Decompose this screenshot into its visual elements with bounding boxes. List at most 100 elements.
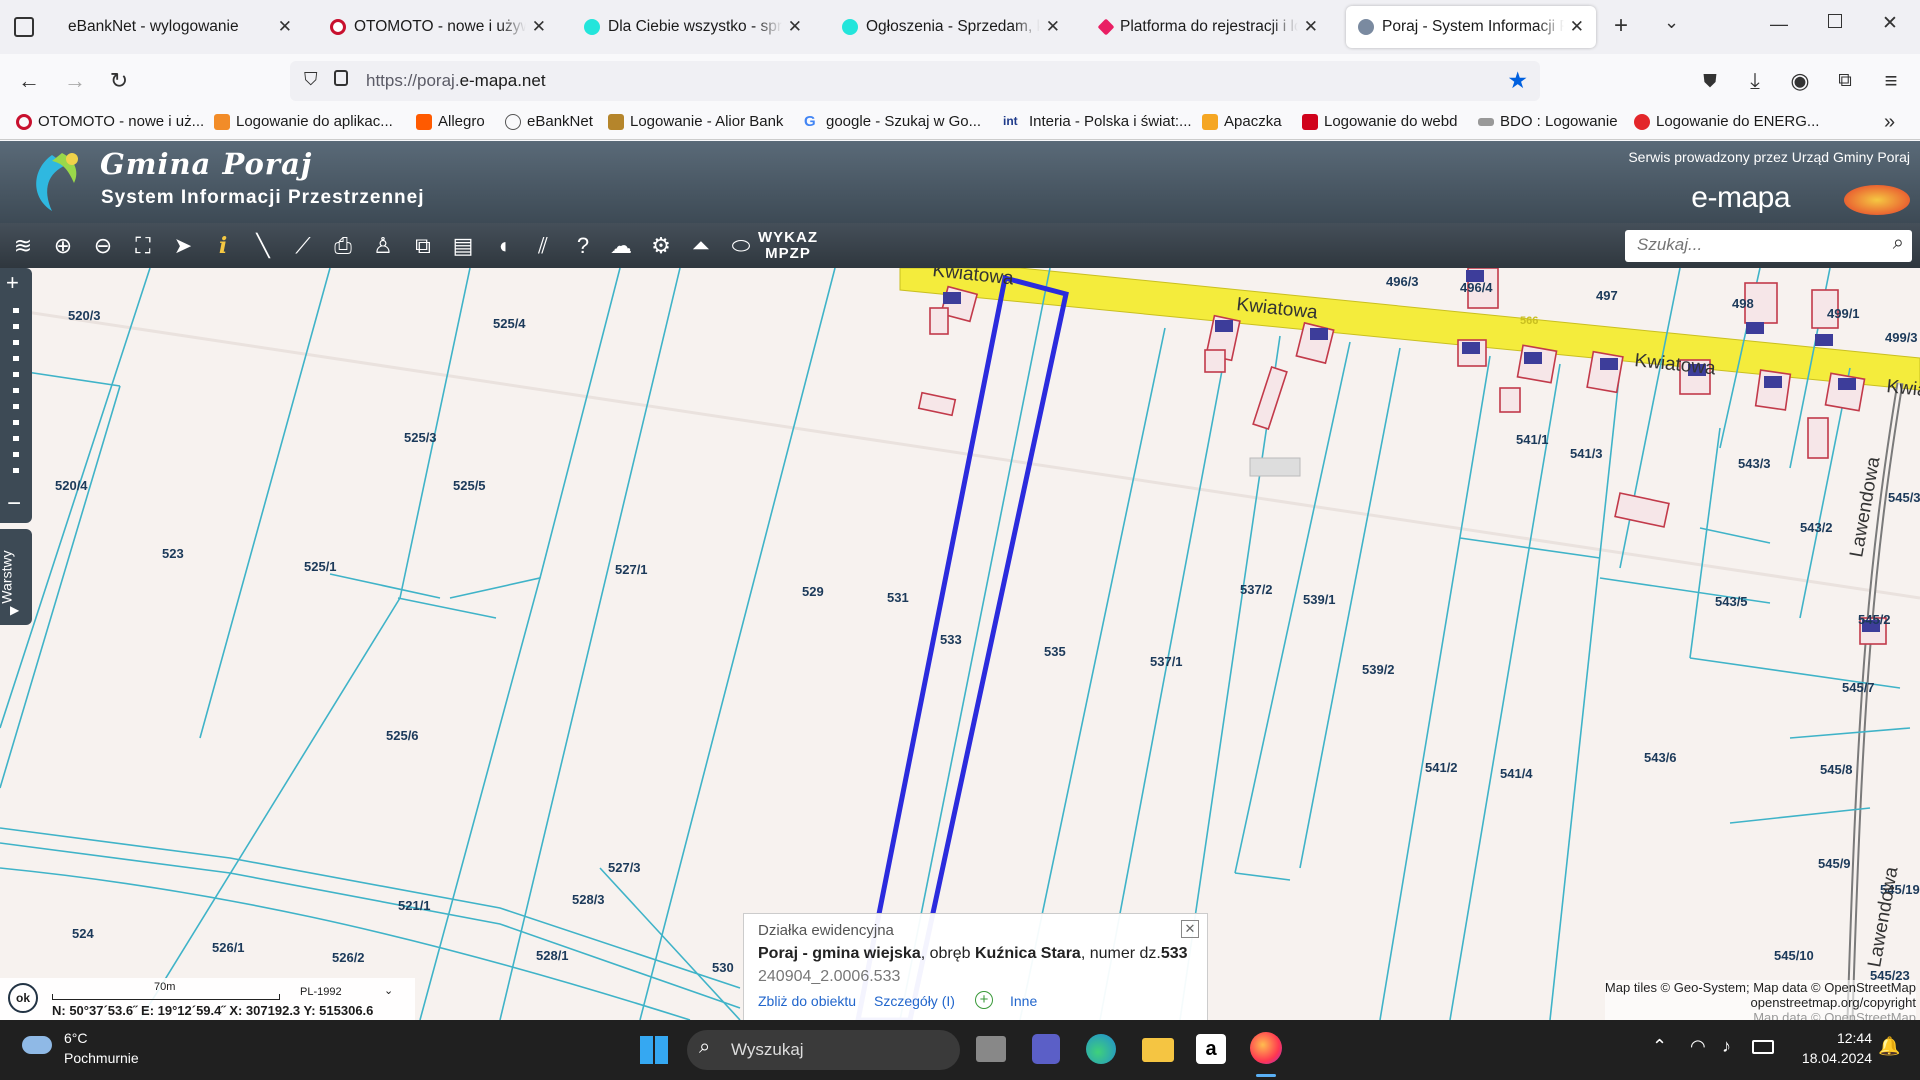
info-tool-icon[interactable]: i xyxy=(208,231,238,261)
lock-icon[interactable] xyxy=(334,70,348,86)
crs-chevron-down-icon[interactable]: ⌄ xyxy=(384,984,393,997)
downloads-icon[interactable]: ⤓ xyxy=(1740,66,1770,96)
tab-overflow-chevron-icon[interactable]: ⌄ xyxy=(1664,12,1679,33)
menu-hamburger-icon[interactable]: ≡ xyxy=(1876,66,1906,96)
forward-arrow-icon[interactable]: → xyxy=(60,66,90,96)
bookmark-otomoto[interactable]: OTOMOTO - nowe i uż... xyxy=(16,113,204,130)
zoom-in-button[interactable]: + xyxy=(6,270,19,296)
weather-temp[interactable]: 6°C xyxy=(64,1030,88,1046)
bookmark-apaczka[interactable]: Apaczka xyxy=(1202,113,1282,130)
bookmark-energa[interactable]: Logowanie do ENERG... xyxy=(1634,113,1819,130)
new-tab-icon[interactable]: + xyxy=(1614,12,1628,40)
help-tool-icon[interactable]: ? xyxy=(568,231,598,261)
bookmark-google[interactable]: Ggoogle - Szukaj w Go... xyxy=(804,113,981,130)
zoom-extent-tool-icon[interactable]: ⛶ xyxy=(128,231,158,261)
close-tab-icon[interactable]: ✕ xyxy=(1046,17,1060,37)
hatch-tool-icon[interactable]: ⫽ xyxy=(528,231,558,261)
bookmark-star-icon[interactable]: ★ xyxy=(1507,67,1528,94)
layers-panel-toggle[interactable]: Warstwy ▶ xyxy=(0,529,32,625)
close-tab-icon[interactable]: ✕ xyxy=(278,17,292,37)
account-icon[interactable]: ◉ xyxy=(1785,66,1815,96)
weather-desc[interactable]: Pochmurnie xyxy=(64,1050,139,1066)
show-hidden-icons-chevron-icon[interactable]: ⌃ xyxy=(1652,1036,1667,1057)
wifi-icon[interactable]: ◠ xyxy=(1690,1036,1706,1057)
measure-area-tool-icon[interactable]: ⟋ xyxy=(288,231,318,261)
restore-icon[interactable] xyxy=(1828,14,1842,28)
firefox-icon[interactable] xyxy=(1250,1032,1282,1064)
details-link[interactable]: Szczegóły (I) xyxy=(874,993,955,1009)
close-window-icon[interactable]: ✕ xyxy=(1882,12,1898,35)
download-cloud-tool-icon[interactable]: ☁ xyxy=(606,231,636,261)
map-viewport[interactable]: 520/3 525/4 520/4 525/3 525/5 523 525/1 … xyxy=(0,268,1920,1020)
wykaz-mpzp-button[interactable]: WYKAZ MPZP xyxy=(758,230,818,262)
compare-tool-icon[interactable]: ⧉ xyxy=(408,231,438,261)
map-canvas[interactable]: 520/3 525/4 520/4 525/3 525/5 523 525/1 … xyxy=(0,268,1920,1020)
amazon-icon[interactable]: a xyxy=(1196,1034,1226,1064)
comment-tool-icon[interactable]: ◖ xyxy=(488,231,518,261)
bookmark-alior[interactable]: Logowanie - Alior Bank xyxy=(608,113,783,130)
street-view-tool-icon[interactable]: ♙ xyxy=(368,231,398,261)
tab-ebanknet[interactable]: eBankNet - wylogowanie ✕ xyxy=(56,6,304,48)
split-view-tool-icon[interactable]: ▤ xyxy=(448,231,478,261)
add-plus-icon[interactable]: + xyxy=(975,991,993,1009)
teams-icon[interactable] xyxy=(1032,1034,1060,1064)
extensions-icon[interactable]: ⧉ xyxy=(1830,66,1860,96)
layers-tool-icon[interactable]: ≋ xyxy=(8,231,38,261)
url-bar[interactable]: ⛉ https://poraj.e-mapa.net ★ xyxy=(290,61,1540,101)
map-search-box[interactable]: ⌕ xyxy=(1625,230,1912,262)
zoom-out-button[interactable]: − xyxy=(7,490,21,518)
bookmark-allegro[interactable]: Allegro xyxy=(416,113,485,130)
reload-icon[interactable]: ↻ xyxy=(104,66,134,96)
print-tool-icon[interactable]: ⎙ xyxy=(328,231,358,261)
svg-text:527/3: 527/3 xyxy=(608,860,641,875)
volume-icon[interactable]: ♪ xyxy=(1722,1036,1731,1057)
tab-list-icon[interactable] xyxy=(14,17,34,37)
share-tool-icon[interactable]: ⬭ xyxy=(726,231,756,261)
shield-icon[interactable]: ⛉ xyxy=(304,69,318,90)
bookmark-bdo[interactable]: BDO : Logowanie xyxy=(1478,113,1618,130)
bookmarks-overflow-chevron-icon[interactable]: » xyxy=(1884,111,1895,134)
bookmark-ebanknet[interactable]: eBankNet xyxy=(505,113,593,130)
tab-otomoto[interactable]: OTOMOTO - nowe i używane ✕ xyxy=(318,6,558,48)
cloud-weather-icon[interactable] xyxy=(22,1036,52,1054)
bookmark-interia[interactable]: int Interia - Polska i świat:... xyxy=(1003,113,1192,130)
close-tab-icon[interactable]: ✕ xyxy=(1304,17,1318,37)
tab-platforma[interactable]: Platforma do rejestracji i log ✕ xyxy=(1088,6,1330,48)
clock-time[interactable]: 12:44 xyxy=(1808,1030,1872,1046)
taskbar-search[interactable]: ⌕ Wyszukaj xyxy=(687,1030,960,1070)
search-icon[interactable]: ⌕ xyxy=(1893,232,1904,255)
tab-olx-1[interactable]: Dla Ciebie wszystko - spraw ✕ xyxy=(572,6,814,48)
zoom-slider[interactable] xyxy=(13,308,19,478)
tab-poraj-active[interactable]: Poraj - System Informacji Pr ✕ xyxy=(1346,6,1596,48)
select-pointer-tool-icon[interactable]: ➤ xyxy=(168,231,198,261)
edge-browser-icon[interactable] xyxy=(1086,1034,1116,1064)
battery-icon[interactable] xyxy=(1752,1040,1774,1054)
tab-olx-2[interactable]: Ogłoszenia - Sprzedam, kup ✕ xyxy=(830,6,1072,48)
compass-tool-icon[interactable]: ⏶ xyxy=(686,231,716,261)
other-link[interactable]: Inne xyxy=(1010,993,1037,1009)
zoom-out-tool-icon[interactable]: ⊖ xyxy=(88,231,118,261)
bookmark-webd[interactable]: Logowanie do webd xyxy=(1302,113,1457,130)
ok-button[interactable]: ok xyxy=(8,983,38,1013)
map-search-input[interactable] xyxy=(1637,230,1877,260)
measure-distance-tool-icon[interactable]: ╲ xyxy=(248,231,278,261)
close-tab-icon[interactable]: ✕ xyxy=(788,17,802,37)
settings-gears-tool-icon[interactable]: ⚙ xyxy=(646,231,676,261)
zoom-to-object-link[interactable]: Zbliż do obiektu xyxy=(758,993,856,1009)
close-tab-icon[interactable]: ✕ xyxy=(1570,17,1584,37)
windows-start-icon[interactable] xyxy=(640,1036,668,1064)
notification-bell-icon[interactable]: 🔔 xyxy=(1878,1036,1900,1057)
clock-date[interactable]: 18.04.2024 xyxy=(1790,1050,1872,1066)
close-popup-icon[interactable]: ✕ xyxy=(1181,920,1199,938)
minimize-icon[interactable]: — xyxy=(1770,14,1788,35)
back-arrow-icon[interactable]: ← xyxy=(14,66,44,96)
zoom-in-tool-icon[interactable]: ⊕ xyxy=(48,231,78,261)
svg-text:535: 535 xyxy=(1044,644,1066,659)
crs-select[interactable]: PL-1992 xyxy=(300,986,342,998)
file-explorer-icon[interactable] xyxy=(1142,1038,1174,1062)
attribution-line-2[interactable]: openstreetmap.org/copyright xyxy=(1605,995,1916,1010)
pocket-icon[interactable]: ⛊ xyxy=(1695,66,1725,96)
task-view-icon[interactable] xyxy=(976,1036,1006,1062)
close-tab-icon[interactable]: ✕ xyxy=(532,17,546,37)
bookmark-logowanie-aplikacji[interactable]: Logowanie do aplikac... xyxy=(214,113,393,130)
